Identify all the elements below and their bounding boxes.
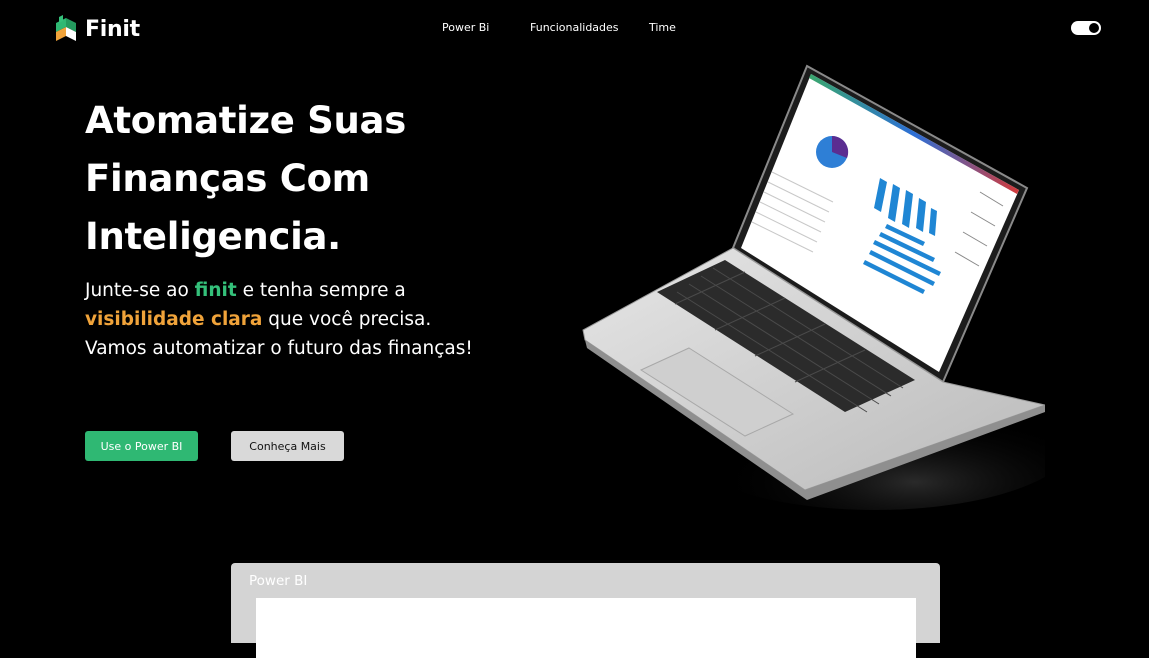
section-title: Power BI bbox=[249, 573, 308, 589]
top-navbar: Finit Power Bi Funcionalidades Time bbox=[0, 0, 1149, 56]
subtext-part: e tenha sempre a bbox=[236, 280, 406, 301]
brand-highlight: finit bbox=[194, 280, 237, 301]
subtext-line-2: visibilidade clara que você precisa. bbox=[85, 305, 565, 334]
subtext-part: que você precisa. bbox=[262, 309, 432, 330]
headline-line-2: Finanças Com bbox=[85, 157, 370, 200]
headline-line-1: Atomatize Suas bbox=[85, 99, 406, 142]
toggle-knob bbox=[1089, 23, 1099, 33]
power-bi-section: Power BI bbox=[231, 563, 940, 658]
nav-link-funcionalidades[interactable]: Funcionalidades bbox=[530, 21, 619, 34]
hero-subtext: Junte-se ao finit e tenha sempre a visib… bbox=[85, 276, 565, 363]
laptop-dashboard-image bbox=[575, 60, 1075, 510]
headline-line-3: Inteligencia. bbox=[85, 215, 341, 258]
power-bi-embed[interactable] bbox=[256, 598, 916, 658]
use-power-bi-button[interactable]: Use o Power BI bbox=[85, 431, 198, 461]
nav-links: Power Bi Funcionalidades Time bbox=[0, 21, 1149, 37]
learn-more-button[interactable]: Conheça Mais bbox=[231, 431, 344, 461]
nav-link-power-bi[interactable]: Power Bi bbox=[442, 21, 489, 34]
subtext-line-1: Junte-se ao finit e tenha sempre a bbox=[85, 276, 565, 305]
theme-toggle-switch[interactable] bbox=[1071, 21, 1101, 35]
visibility-highlight: visibilidade clara bbox=[85, 309, 263, 330]
subtext-part: Junte-se ao bbox=[85, 280, 195, 301]
nav-link-time[interactable]: Time bbox=[649, 21, 676, 34]
hero-headline: Atomatize Suas Finanças Com Inteligencia… bbox=[85, 92, 545, 266]
subtext-line-3: Vamos automatizar o futuro das finanças! bbox=[85, 338, 473, 359]
